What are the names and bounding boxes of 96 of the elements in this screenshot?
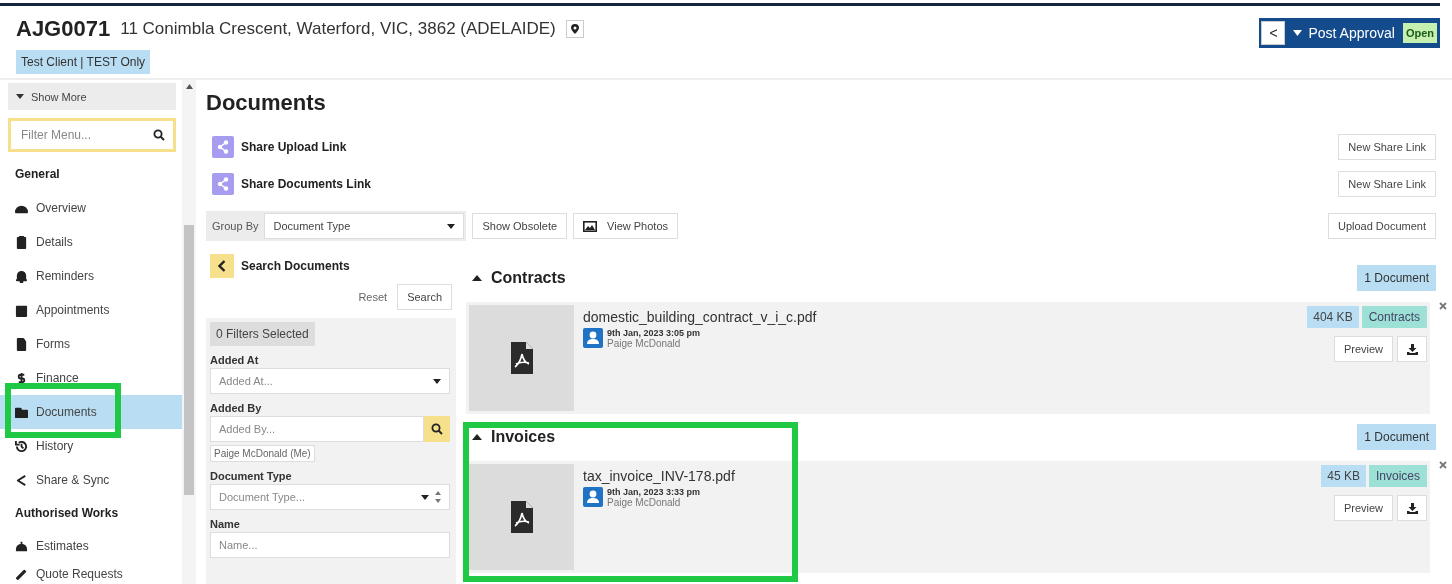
close-icon <box>1439 302 1447 310</box>
search-panel-title: Search Documents <box>241 259 350 273</box>
search-icon <box>153 129 165 141</box>
uploader-name: Paige McDonald <box>607 338 682 349</box>
folder-icon <box>15 405 28 419</box>
menu-item[interactable]: Overview <box>0 191 182 225</box>
menu-item[interactable]: Documents <box>0 395 182 429</box>
clipboard-icon <box>15 235 28 249</box>
map-pin-icon <box>570 24 579 34</box>
status-badge: Open <box>1402 23 1437 43</box>
caret-icon <box>1293 30 1303 36</box>
preview-button[interactable]: Preview <box>1333 336 1393 362</box>
field-label: Document Type <box>210 470 293 484</box>
pdf-file-icon <box>510 501 533 533</box>
download-icon <box>1406 502 1418 514</box>
pdf-file-icon <box>510 342 533 374</box>
field-label: Name <box>210 518 241 532</box>
view-photos-button[interactable]: View Photos <box>573 213 679 239</box>
search-icon <box>431 423 443 435</box>
menu-section-heading: Authorised Works <box>14 505 120 522</box>
preview-button[interactable]: Preview <box>1333 495 1393 521</box>
page-title: Documents <box>206 90 327 117</box>
caret-icon <box>421 494 429 500</box>
menu-item[interactable]: Forms <box>0 327 182 361</box>
new-share-link-button[interactable]: New Share Link <box>1338 133 1436 160</box>
menu-item[interactable]: Appointments <box>0 293 182 327</box>
document-type-select[interactable]: Document Type... <box>210 484 450 510</box>
filters-selected-badge: 0 Filters Selected <box>210 322 315 346</box>
image-icon <box>583 220 598 232</box>
bell-icon <box>15 269 28 283</box>
file-name[interactable]: tax_invoice_INV-178.pdf <box>583 468 1322 484</box>
menu-item[interactable]: Share & Sync <box>0 463 182 497</box>
search-button[interactable]: Search <box>397 284 452 310</box>
upload-date: 9th Jan, 2023 3:33 pm <box>607 487 701 497</box>
filter-menu-field[interactable]: Filter Menu... <box>8 118 176 152</box>
file-icon <box>15 337 28 351</box>
added-by-field[interactable]: Added By... <box>210 416 424 442</box>
document-type-tag: Invoices <box>1368 465 1427 487</box>
menu-item[interactable]: Quote Requests <box>0 563 182 584</box>
file-size-tag: 404 KB <box>1307 306 1359 328</box>
stand-icon <box>15 539 28 553</box>
document-type-tag: Contracts <box>1361 306 1427 328</box>
download-button[interactable] <box>1397 336 1427 362</box>
dollar-icon <box>15 371 28 385</box>
job-code: AJG0071 <box>16 16 111 42</box>
close-icon <box>1439 461 1447 469</box>
reset-button[interactable]: Reset <box>352 291 394 303</box>
download-button[interactable] <box>1397 495 1427 521</box>
share-link-label[interactable]: Share Upload Link <box>241 139 347 154</box>
added-at-select[interactable]: Added At... <box>210 368 450 394</box>
download-icon <box>1406 343 1418 355</box>
caret-icon <box>472 434 482 440</box>
share-link-label[interactable]: Share Documents Link <box>241 176 372 191</box>
spinner-arrows-icon[interactable] <box>435 490 441 504</box>
document-count-badge: 1 Document <box>1357 424 1436 450</box>
menu-item[interactable]: Details <box>0 225 182 259</box>
upload-document-button[interactable]: Upload Document <box>1327 213 1436 239</box>
group-toggle[interactable]: Invoices <box>466 428 556 446</box>
scrollbar[interactable] <box>182 80 196 584</box>
uploader-name: Paige McDonald <box>607 497 682 508</box>
menu-section-heading: General <box>14 166 61 183</box>
stage-dropdown[interactable]: Post Approval <box>1291 25 1397 41</box>
show-obsolete-button[interactable]: Show Obsolete <box>472 213 568 239</box>
show-more-button[interactable]: Show More <box>8 83 176 110</box>
map-pin-button[interactable] <box>565 20 584 38</box>
back-button[interactable]: < <box>1261 21 1286 45</box>
file-size-tag: 45 KB <box>1321 465 1366 487</box>
caret-icon <box>433 378 441 384</box>
chevron-left-icon <box>218 260 226 272</box>
pen-icon <box>15 567 28 580</box>
group-toggle[interactable]: Contracts <box>466 269 566 287</box>
upload-date: 9th Jan, 2023 3:05 pm <box>607 328 701 338</box>
user-chip[interactable]: Paige McDonald (Me) <box>210 445 315 462</box>
client-tag: Test Client | TEST Only <box>16 50 151 74</box>
collapse-button[interactable] <box>210 254 234 278</box>
new-share-link-button[interactable]: New Share Link <box>1338 170 1436 197</box>
caret-icon <box>16 94 24 99</box>
job-address: 11 Conimbla Crescent, Waterford, VIC, 3862 (ADELAIDE) <box>120 19 556 39</box>
user-avatar-icon <box>583 487 603 507</box>
document-count-badge: 1 Document <box>1357 265 1436 291</box>
menu-item[interactable]: Reminders <box>0 259 182 293</box>
search-button[interactable] <box>424 416 450 442</box>
file-name[interactable]: domestic_building_contract_v_i_c.pdf <box>583 309 1308 325</box>
caret-icon <box>447 223 456 229</box>
group-by-select[interactable]: Document Type <box>264 213 465 239</box>
name-field[interactable]: Name... <box>210 532 450 558</box>
menu-item[interactable]: Finance <box>0 361 182 395</box>
group-by-label: Group By <box>211 220 259 232</box>
menu-item[interactable]: Estimates <box>0 529 182 563</box>
scroll-up-icon <box>185 84 193 89</box>
field-label: Added By <box>210 402 263 416</box>
caret-icon <box>472 275 482 281</box>
menu-item[interactable]: History <box>0 429 182 463</box>
history-icon <box>15 439 28 453</box>
field-label: Added At <box>210 354 260 368</box>
user-avatar-icon <box>583 328 603 348</box>
